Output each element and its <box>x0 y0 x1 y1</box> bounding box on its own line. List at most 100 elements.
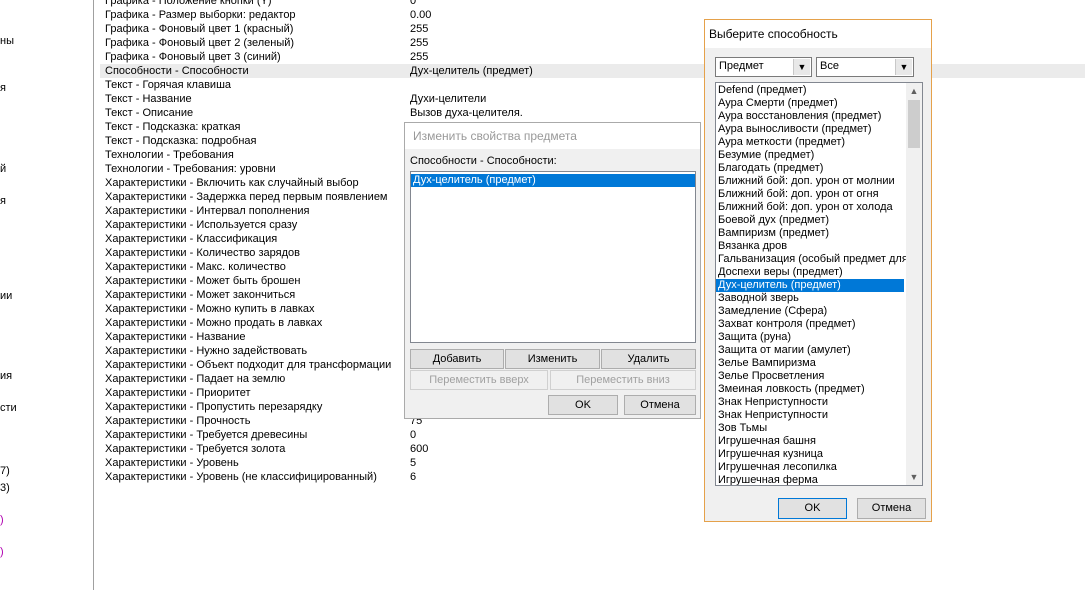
ability-list-item[interactable]: Ближний бой: доп. урон от холода <box>716 201 904 214</box>
tree-item-fragment[interactable]: й <box>0 163 6 175</box>
ability-list-item[interactable]: Игрушечная ферма <box>716 474 904 485</box>
chevron-down-icon[interactable]: ▼ <box>895 59 912 75</box>
property-value: 255 <box>410 23 429 35</box>
property-name: Текст - Горячая клавиша <box>105 79 232 91</box>
ability-list-item[interactable]: Вязанка дров <box>716 240 904 253</box>
move-down-button[interactable]: Переместить вниз <box>550 370 696 390</box>
property-row[interactable]: Характеристики - Уровень 5 <box>100 456 1085 470</box>
property-name: Графика - Положение кнопки (Y) <box>105 0 272 7</box>
ability-list-item[interactable]: Аура выносливости (предмет) <box>716 123 904 136</box>
ability-list-item[interactable]: Зелье Вампиризма <box>716 357 904 370</box>
chevron-down-icon[interactable]: ▼ <box>793 59 810 75</box>
ok-button[interactable]: OK <box>778 498 847 519</box>
delete-button[interactable]: Удалить <box>601 349 696 369</box>
property-name: Характеристики - Включить как случайный … <box>105 177 359 189</box>
tree-item-fragment[interactable]: 3) <box>0 482 10 494</box>
ability-items: Defend (предмет) Аура Смерти (предмет) Аур… <box>716 83 908 485</box>
ability-list-item[interactable]: Знак Неприступности <box>716 396 904 409</box>
property-value: 0 <box>410 429 417 441</box>
property-name: Характеристики - Пропустить перезарядку <box>105 401 323 413</box>
ability-list-item[interactable]: Вампиризм (предмет) <box>716 227 904 240</box>
ability-list-item[interactable]: Замедление (Сфера) <box>716 305 904 318</box>
add-button[interactable]: Добавить <box>410 349 504 369</box>
edit-button[interactable]: Изменить <box>505 349 600 369</box>
property-name: Характеристики - Может закончиться <box>105 289 296 301</box>
property-row[interactable]: Характеристики - Требуется золота 600 <box>100 442 1085 456</box>
property-name: Графика - Фоновый цвет 1 (красный) <box>105 23 294 35</box>
ability-list-item[interactable]: Благодать (предмет) <box>716 162 904 175</box>
ability-list-item[interactable]: Заводной зверь <box>716 292 904 305</box>
move-up-button[interactable]: Переместить вверх <box>410 370 548 390</box>
property-row[interactable]: Графика - Размер выборки: редактор 0.00 <box>100 8 1085 22</box>
property-row[interactable]: Текст - Описание Вызов духа-целителя. <box>100 106 1085 120</box>
ability-list-item[interactable]: Аура меткости (предмет) <box>716 136 904 149</box>
tree-item-fragment[interactable]: сти <box>0 402 17 414</box>
tree-item-fragment[interactable]: ) <box>0 514 4 526</box>
property-name: Текст - Подсказка: подробная <box>105 135 257 147</box>
property-row[interactable]: Текст - Горячая клавиша <box>100 78 1085 92</box>
property-row[interactable]: Способности - Способности Дух-целитель (п… <box>100 64 1085 78</box>
arrow-down-icon[interactable]: ▼ <box>906 469 922 485</box>
property-name: Технологии - Требования <box>105 149 234 161</box>
ability-list-item[interactable]: Аура Смерти (предмет) <box>716 97 904 110</box>
property-row[interactable]: Графика - Фоновый цвет 3 (синий) 255 <box>100 50 1085 64</box>
abilities-listbox[interactable]: Дух-целитель (предмет) <box>410 171 696 343</box>
arrow-up-icon[interactable]: ▲ <box>906 83 922 99</box>
scrollbar-thumb[interactable] <box>908 100 920 148</box>
tree-item-fragment[interactable]: я <box>0 82 6 94</box>
property-row[interactable]: Текст - Название Духи-целители <box>100 92 1085 106</box>
cancel-button[interactable]: Отмена <box>857 498 926 519</box>
property-name: Характеристики - Нужно задействовать <box>105 345 308 357</box>
property-row[interactable]: Графика - Положение кнопки (Y) 0 <box>100 0 1085 8</box>
property-name: Характеристики - Можно купить в лавках <box>105 303 315 315</box>
tree-item-fragment[interactable]: 7) <box>0 465 10 477</box>
property-row[interactable]: Характеристики - Уровень (не классифицир… <box>100 470 1085 484</box>
property-name: Характеристики - Можно продать в лавках <box>105 317 323 329</box>
ability-list-item[interactable]: Захват контроля (предмет) <box>716 318 904 331</box>
ability-list-item[interactable]: Доспехи веры (предмет) <box>716 266 904 279</box>
ability-list-item[interactable]: Зов Тьмы <box>716 422 904 435</box>
ability-list-item[interactable]: Змеиная ловкость (предмет) <box>716 383 904 396</box>
property-value: Дух-целитель (предмет) <box>410 65 533 77</box>
ability-filter-combo[interactable]: Все ▼ <box>816 57 914 77</box>
ability-list-item[interactable]: Защита от магии (амулет) <box>716 344 904 357</box>
ability-list-item[interactable]: Безумие (предмет) <box>716 149 904 162</box>
tree-item-fragment[interactable]: ия <box>0 370 12 382</box>
ability-list-item[interactable]: Игрушечная лесопилка <box>716 461 904 474</box>
property-name: Характеристики - Приоритет <box>105 387 251 399</box>
ability-list-item[interactable]: Боевой дух (предмет) <box>716 214 904 227</box>
ability-list-item[interactable]: Защита (руна) <box>716 331 904 344</box>
ability-list-item[interactable]: Дух-целитель (предмет) <box>716 279 904 292</box>
property-row[interactable]: Характеристики - Требуется древесины 0 <box>100 428 1085 442</box>
ability-list-item[interactable]: Знак Неприступности <box>716 409 904 422</box>
property-row[interactable]: Графика - Фоновый цвет 1 (красный) 255 <box>100 22 1085 36</box>
vertical-scrollbar[interactable]: ▲ ▼ <box>906 83 922 485</box>
property-row[interactable]: Графика - Фоновый цвет 2 (зеленый) 255 <box>100 36 1085 50</box>
property-name: Характеристики - Объект подходит для тра… <box>105 359 392 371</box>
left-tree-panel: ны я й я ии ия сти 7) 3))) <box>0 0 100 590</box>
panel-divider[interactable] <box>93 0 94 590</box>
ability-list-item[interactable]: Игрушечная башня <box>716 435 904 448</box>
tree-item-fragment[interactable]: ) <box>0 546 4 558</box>
ability-list-item[interactable]: Гальванизация (особый предмет для <box>716 253 908 266</box>
cancel-button[interactable]: Отмена <box>624 395 696 415</box>
property-name: Текст - Подсказка: краткая <box>105 121 241 133</box>
tree-item-fragment[interactable]: я <box>0 195 6 207</box>
ability-list-item[interactable]: Ближний бой: доп. урон от огня <box>716 188 904 201</box>
property-value: Вызов духа-целителя. <box>410 107 523 119</box>
ability-list-item[interactable]: Аура восстановления (предмет) <box>716 110 904 123</box>
ability-list-item[interactable]: Ближний бой: доп. урон от молнии <box>716 175 904 188</box>
property-name: Характеристики - Используется сразу <box>105 219 298 231</box>
ability-list-item[interactable]: Зелье Просветления <box>716 370 904 383</box>
list-item[interactable]: Дух-целитель (предмет) <box>411 174 695 187</box>
ability-list-item[interactable]: Игрушечная кузница <box>716 448 904 461</box>
property-name: Характеристики - Требуется золота <box>105 443 286 455</box>
ok-button[interactable]: OK <box>548 395 618 415</box>
abilities-listbox[interactable]: Defend (предмет) Аура Смерти (предмет) Аур… <box>715 82 923 486</box>
tree-item-fragment[interactable]: ии <box>0 290 12 302</box>
property-name: Характеристики - Классификация <box>105 233 278 245</box>
ability-list-item[interactable]: Defend (предмет) <box>716 84 904 97</box>
property-name: Характеристики - Прочность <box>105 415 251 427</box>
tree-item-fragment[interactable]: ны <box>0 35 14 47</box>
ability-type-combo[interactable]: Предмет ▼ <box>715 57 812 77</box>
